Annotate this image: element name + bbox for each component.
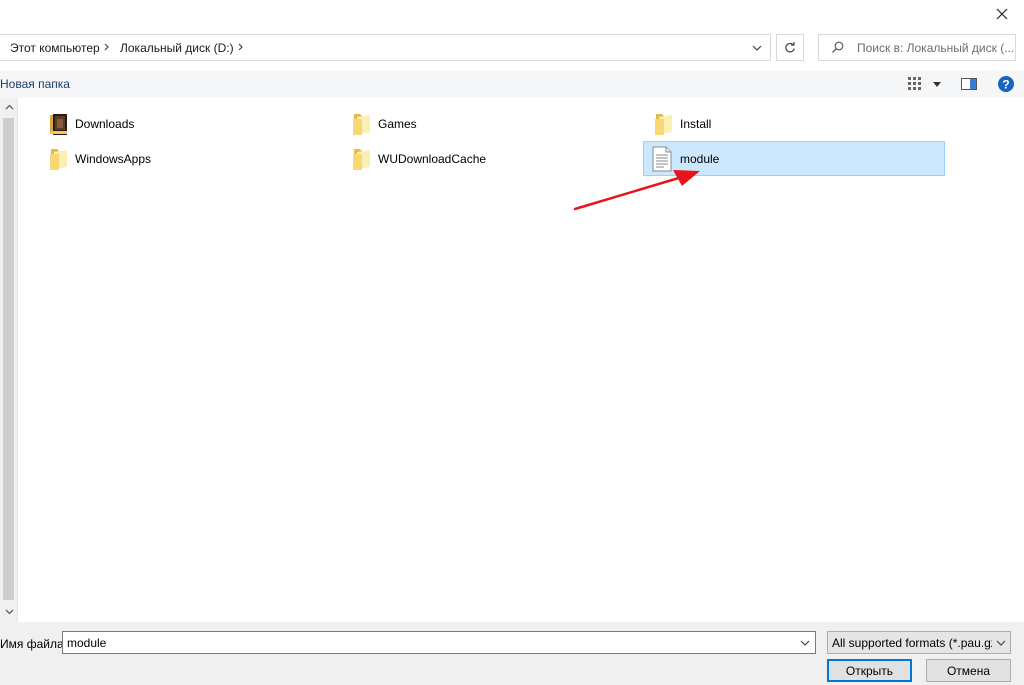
help-button[interactable]: ?	[997, 75, 1015, 93]
chevron-down-icon	[5, 609, 13, 615]
chevron-down-icon	[752, 45, 762, 51]
change-view-button[interactable]	[906, 75, 924, 93]
scroll-thumb[interactable]	[3, 118, 14, 600]
breadcrumb-local-disk[interactable]: Локальный диск (D:)	[120, 41, 234, 55]
file-name: WUDownloadCache	[378, 152, 487, 166]
chevron-down-icon	[800, 640, 810, 646]
file-name: Games	[378, 117, 417, 131]
address-dropdown-button[interactable]	[744, 35, 770, 60]
address-bar[interactable]: Этот компьютер Локальный диск (D:)	[0, 34, 771, 61]
filename-input[interactable]	[67, 633, 787, 652]
close-button[interactable]	[980, 0, 1024, 28]
filename-combobox[interactable]	[62, 631, 816, 654]
scroll-up-button[interactable]	[0, 98, 18, 116]
search-input[interactable]	[857, 36, 1013, 59]
search-icon	[832, 41, 844, 53]
file-item-games[interactable]: Games	[345, 107, 645, 140]
file-item-install[interactable]: Install	[647, 107, 947, 140]
help-icon: ?	[998, 76, 1014, 92]
breadcrumb-this-pc[interactable]: Этот компьютер	[10, 41, 100, 55]
file-name: Downloads	[75, 117, 135, 131]
file-type-value: All supported formats (*.pau.gz	[832, 636, 992, 650]
search-box[interactable]	[818, 34, 1016, 61]
annotation-arrow	[573, 170, 700, 211]
chevron-up-icon	[5, 104, 13, 110]
scroll-down-button[interactable]	[0, 603, 18, 621]
caret-down-icon	[933, 81, 941, 87]
chevron-right-icon[interactable]	[103, 40, 111, 54]
dialog-footer: Имя файла: All supported formats (*.pau.…	[0, 622, 1024, 685]
chevron-right-icon[interactable]	[237, 40, 245, 54]
file-item-windowsapps[interactable]: WindowsApps	[42, 142, 342, 175]
file-type-dropdown-button[interactable]	[992, 632, 1010, 653]
refresh-button[interactable]	[776, 34, 804, 61]
refresh-icon	[785, 41, 795, 52]
file-name: WindowsApps	[75, 152, 152, 166]
new-folder-button[interactable]: Новая папка	[0, 77, 70, 91]
folder-icon	[353, 114, 370, 135]
folder-icon	[50, 149, 67, 170]
svg-text:?: ?	[1002, 78, 1009, 92]
chevron-down-icon	[996, 640, 1006, 646]
file-type-select[interactable]: All supported formats (*.pau.gz	[827, 631, 1011, 654]
close-icon	[996, 8, 1008, 20]
preview-pane-icon	[961, 78, 977, 90]
file-name: Install	[680, 117, 712, 131]
command-toolbar: Новая папка ?	[0, 70, 1024, 98]
view-options-dropdown[interactable]	[930, 75, 944, 93]
navigation-pane-scrollbar[interactable]	[0, 98, 18, 622]
open-button[interactable]: Открыть	[827, 659, 912, 682]
view-grid-icon	[908, 77, 921, 90]
filename-label: Имя файла:	[0, 637, 67, 651]
preview-pane-button[interactable]	[960, 75, 978, 93]
cancel-button[interactable]: Отмена	[926, 659, 1011, 682]
filename-dropdown-button[interactable]	[795, 632, 815, 653]
folder-icon	[353, 149, 370, 170]
file-item-downloads[interactable]: Downloads	[42, 107, 342, 140]
downloads-folder-icon	[50, 114, 67, 135]
folder-icon	[655, 114, 672, 135]
